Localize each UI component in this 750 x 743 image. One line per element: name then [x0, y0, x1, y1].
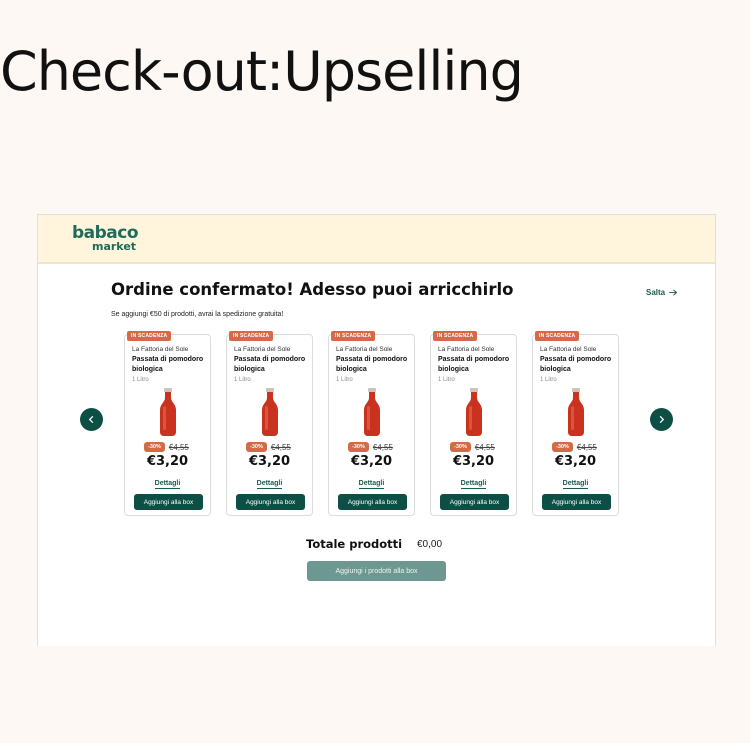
- free-shipping-note: Se aggiungi €50 di prodotti, avrai la sp…: [111, 311, 284, 318]
- add-to-box-button[interactable]: Aggiungi alla box: [236, 494, 305, 510]
- product-brand: La Fattoria del Sole: [540, 346, 597, 353]
- details-link[interactable]: Dettagli: [562, 480, 589, 489]
- product-name: Passata di pomodoro biologica: [336, 356, 408, 373]
- carousel-next-button[interactable]: [650, 408, 673, 431]
- add-to-box-button[interactable]: Aggiungi alla box: [134, 494, 203, 510]
- arrow-right-icon: [669, 289, 678, 296]
- price-row: -30% €4,55: [348, 442, 393, 452]
- expiring-badge: IN SCADENZA: [331, 331, 376, 341]
- old-price: €4,55: [474, 442, 495, 452]
- product-brand: La Fattoria del Sole: [234, 346, 291, 353]
- add-to-box-button[interactable]: Aggiungi alla box: [338, 494, 407, 510]
- product-card: IN SCADENZA La Fattoria del Sole Passata…: [328, 331, 415, 516]
- product-quantity: 1 Litro: [438, 377, 455, 383]
- old-price: €4,55: [372, 442, 393, 452]
- current-price: €3,20: [350, 454, 393, 469]
- old-price: €4,55: [168, 442, 189, 452]
- details-link[interactable]: Dettagli: [256, 480, 283, 489]
- discount-badge: -30%: [552, 442, 573, 452]
- total-products-value: €0,00: [417, 539, 443, 550]
- discount-badge: -30%: [450, 442, 471, 452]
- skip-label: Salta: [646, 288, 666, 297]
- details-link-wrap: Dettagli: [533, 480, 618, 489]
- discount-badge: -30%: [144, 442, 165, 452]
- product-card: IN SCADENZA La Fattoria del Sole Passata…: [430, 331, 517, 516]
- order-confirmed-title: Ordine confermato! Adesso puoi arricchir…: [111, 280, 514, 299]
- details-link[interactable]: Dettagli: [154, 480, 181, 489]
- top-bar: babaco market: [38, 215, 715, 264]
- old-price: €4,55: [270, 442, 291, 452]
- old-price: €4,55: [576, 442, 597, 452]
- current-price: €3,20: [146, 454, 189, 469]
- product-name: Passata di pomodoro biologica: [540, 356, 612, 373]
- expiring-badge: IN SCADENZA: [229, 331, 274, 341]
- total-products-label: Totale prodotti: [306, 537, 403, 551]
- product-card: IN SCADENZA La Fattoria del Sole Passata…: [226, 331, 313, 516]
- discount-badge: -30%: [246, 442, 267, 452]
- product-quantity: 1 Litro: [132, 377, 149, 383]
- discount-badge: -30%: [348, 442, 369, 452]
- tomato-passata-bottle-image: [160, 388, 176, 436]
- product-name: Passata di pomodoro biologica: [234, 356, 306, 373]
- chevron-left-icon: [88, 415, 94, 424]
- details-link-wrap: Dettagli: [329, 480, 414, 489]
- product-card: IN SCADENZA La Fattoria del Sole Passata…: [124, 331, 211, 516]
- tomato-passata-bottle-image: [466, 388, 482, 436]
- logo-line-2: market: [92, 240, 137, 253]
- expiring-badge: IN SCADENZA: [127, 331, 172, 341]
- details-link-wrap: Dettagli: [431, 480, 516, 489]
- skip-link[interactable]: Salta: [646, 288, 678, 297]
- current-price: €3,20: [248, 454, 291, 469]
- product-brand: La Fattoria del Sole: [132, 346, 189, 353]
- current-price: €3,20: [452, 454, 495, 469]
- expiring-badge: IN SCADENZA: [433, 331, 478, 341]
- product-brand: La Fattoria del Sole: [336, 346, 393, 353]
- details-link[interactable]: Dettagli: [358, 480, 385, 489]
- product-card: IN SCADENZA La Fattoria del Sole Passata…: [532, 331, 619, 516]
- product-name: Passata di pomodoro biologica: [132, 356, 204, 373]
- price-row: -30% €4,55: [144, 442, 189, 452]
- product-carousel: IN SCADENZA La Fattoria del Sole Passata…: [124, 331, 619, 516]
- details-link-wrap: Dettagli: [125, 480, 210, 489]
- price-row: -30% €4,55: [552, 442, 597, 452]
- add-to-box-button[interactable]: Aggiungi alla box: [542, 494, 611, 510]
- price-row: -30% €4,55: [450, 442, 495, 452]
- page-heading: Check-out:Upselling: [0, 40, 524, 103]
- product-quantity: 1 Litro: [540, 377, 557, 383]
- product-brand: La Fattoria del Sole: [438, 346, 495, 353]
- babaco-logo[interactable]: babaco market: [72, 225, 139, 253]
- carousel-prev-button[interactable]: [80, 408, 103, 431]
- price-row: -30% €4,55: [246, 442, 291, 452]
- current-price: €3,20: [554, 454, 597, 469]
- product-quantity: 1 Litro: [336, 377, 353, 383]
- details-link[interactable]: Dettagli: [460, 480, 487, 489]
- tomato-passata-bottle-image: [364, 388, 380, 436]
- checkout-frame: babaco market Ordine confermato! Adesso …: [37, 214, 716, 646]
- tomato-passata-bottle-image: [262, 388, 278, 436]
- product-quantity: 1 Litro: [234, 377, 251, 383]
- chevron-right-icon: [659, 415, 665, 424]
- add-all-to-box-button[interactable]: Aggiungi i prodotti alla box: [307, 561, 446, 581]
- add-to-box-button[interactable]: Aggiungi alla box: [440, 494, 509, 510]
- product-name: Passata di pomodoro biologica: [438, 356, 510, 373]
- details-link-wrap: Dettagli: [227, 480, 312, 489]
- expiring-badge: IN SCADENZA: [535, 331, 580, 341]
- tomato-passata-bottle-image: [568, 388, 584, 436]
